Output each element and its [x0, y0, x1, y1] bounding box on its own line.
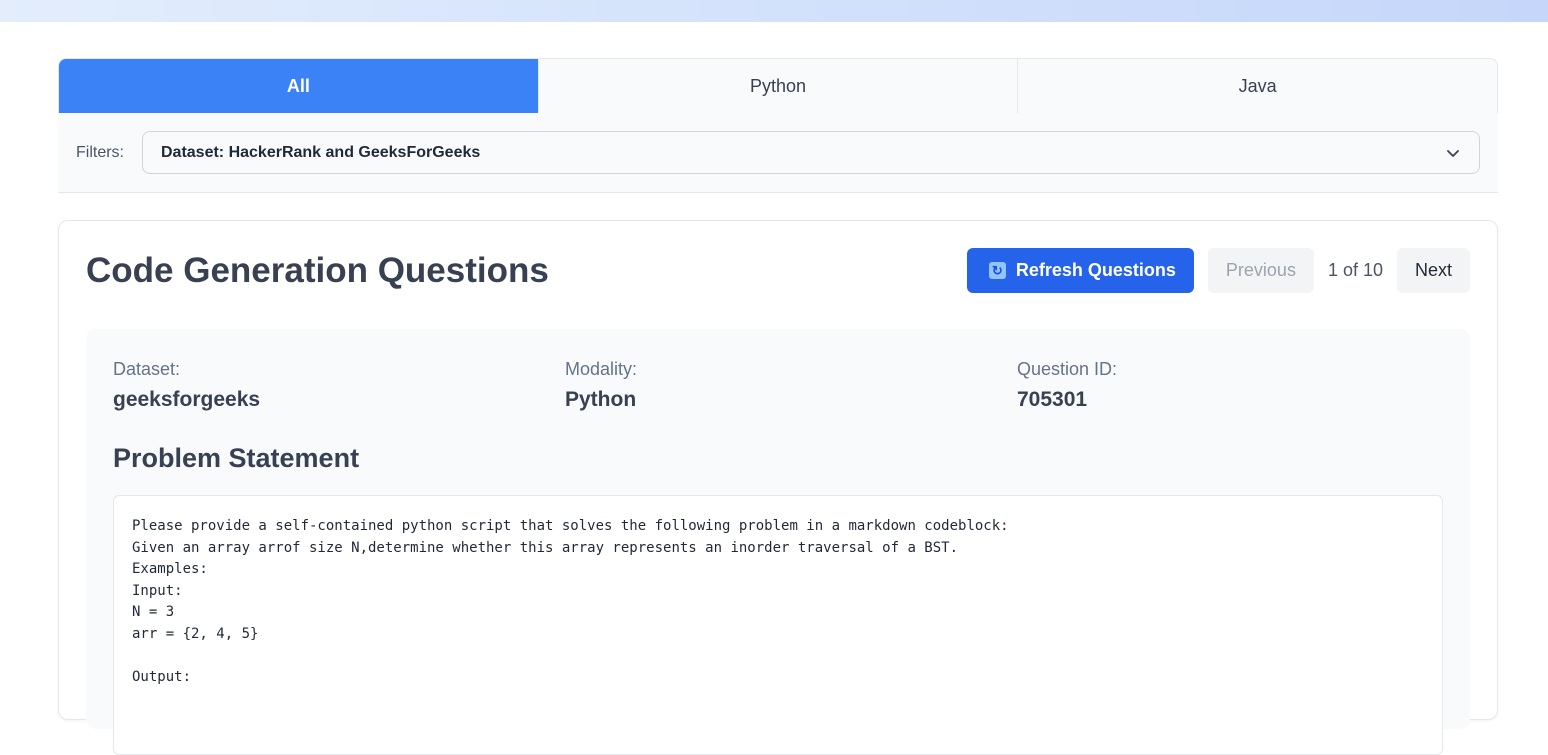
modality-value: Python — [565, 388, 637, 411]
problem-line: Examples: — [132, 561, 208, 577]
problem-statement-title: Problem Statement — [113, 443, 360, 473]
dataset-select-value: Dataset: HackerRank and GeeksForGeeks — [161, 143, 481, 161]
problem-statement-box: Please provide a self-contained python s… — [113, 495, 1443, 755]
problem-line: ​ — [132, 645, 1424, 667]
problem-line: Input: — [132, 582, 183, 599]
modality-label: Modality: — [565, 359, 638, 379]
problem-line: Output: — [132, 668, 192, 685]
tab-java[interactable]: Java — [1017, 59, 1497, 113]
chevron-down-icon — [1447, 149, 1459, 157]
question-id-value: 705301 — [1017, 388, 1088, 411]
filters-bar: Filters: Dataset: HackerRank and GeeksFo… — [58, 113, 1498, 193]
refresh-label: Refresh Questions — [1015, 260, 1176, 280]
card-actions: ↻ Refresh Questions Previous 1 of 10 Nex… — [966, 248, 1470, 293]
problem-line: N = 3 — [132, 604, 175, 620]
problem-line: Given an array arrof size N,determine wh… — [132, 539, 959, 556]
questions-card: Code Generation Questions ↻ Refresh Ques… — [58, 220, 1498, 755]
refresh-icon: ↻ — [988, 262, 1006, 279]
next-button[interactable]: Next — [1396, 248, 1470, 293]
meta-question-id: Question ID: 705301 — [1017, 359, 1117, 412]
problem-line: arr = {2, 4, 5} — [132, 625, 259, 642]
filters-label: Filters: — [76, 143, 124, 161]
question-detail-panel: Dataset: geeksforgeeks Modality: Python … — [86, 329, 1470, 755]
meta-dataset: Dataset: geeksforgeeks — [113, 359, 260, 412]
dataset-label: Dataset: — [113, 359, 181, 379]
dataset-select[interactable]: Dataset: HackerRank and GeeksForGeeks — [142, 131, 1480, 174]
top-gradient-bar — [0, 0, 1548, 22]
page-title: Code Generation Questions — [86, 251, 549, 290]
question-id-label: Question ID: — [1017, 359, 1118, 379]
tab-all[interactable]: All — [59, 59, 538, 113]
tab-filter-panel: All Python Java Filters: Dataset: Hacker… — [58, 58, 1498, 193]
problem-line: Please provide a self-contained python s… — [132, 518, 1009, 534]
modality-tabs: All Python Java — [58, 58, 1498, 113]
tab-python[interactable]: Python — [537, 59, 1018, 113]
refresh-questions-button[interactable]: ↻ Refresh Questions — [966, 248, 1194, 293]
dataset-value: geeksforgeeks — [113, 388, 261, 411]
meta-modality: Modality: Python — [565, 359, 637, 412]
pager-status: 1 of 10 — [1327, 260, 1383, 280]
previous-button[interactable]: Previous — [1207, 248, 1314, 293]
